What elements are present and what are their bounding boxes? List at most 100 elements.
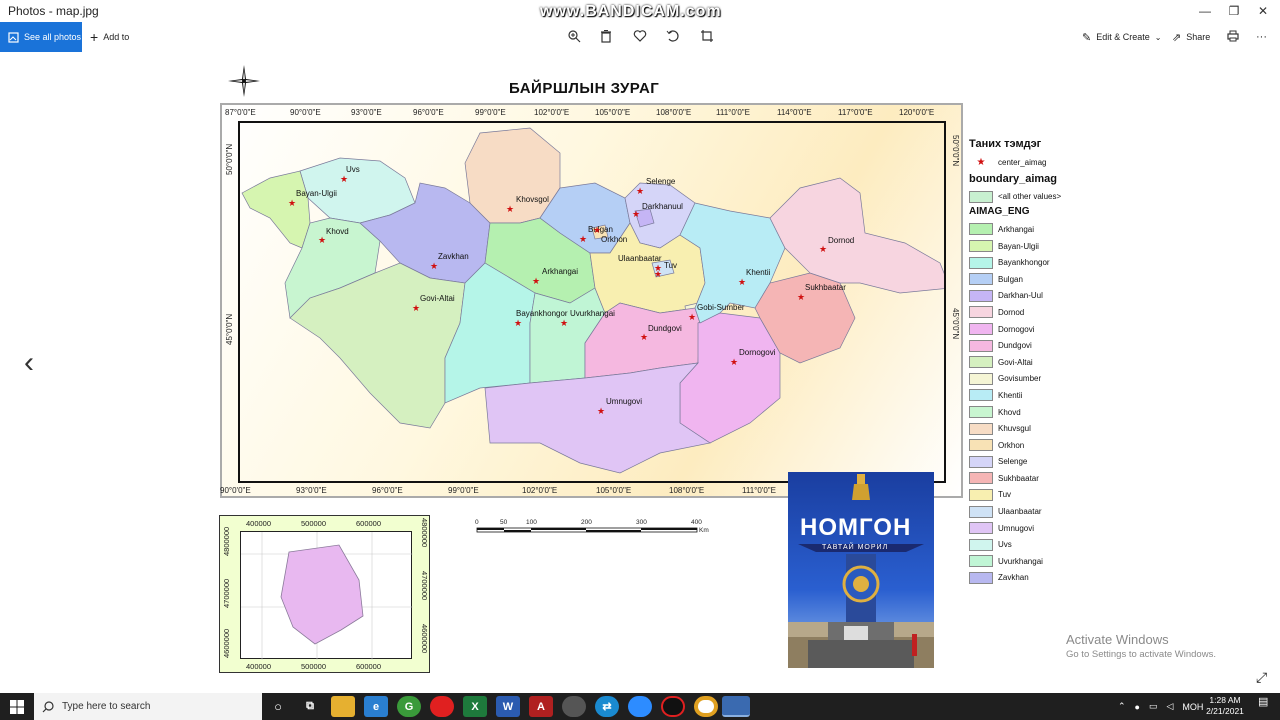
- word-icon[interactable]: W: [496, 696, 520, 717]
- aimag-center-star: ★: [738, 277, 747, 287]
- zoom-app-icon[interactable]: [628, 696, 652, 717]
- start-button[interactable]: [0, 693, 34, 720]
- legend-swatch: [969, 339, 993, 352]
- legend-label: center_aimag: [998, 157, 1047, 167]
- expand-icon[interactable]: ⤢: [1256, 669, 1267, 686]
- star-icon: ★: [976, 156, 986, 168]
- legend-row: ★ center_aimag: [969, 154, 1089, 171]
- title-bar: Photos - map.jpg www.BANDICAM.com — ❐ ✕: [0, 0, 1280, 22]
- chevron-up-icon[interactable]: ⌃: [1118, 701, 1126, 712]
- chrome-icon[interactable]: [694, 696, 718, 717]
- zoom-icon[interactable]: [566, 29, 582, 45]
- legend-row: Ulaanbaatar: [969, 503, 1089, 520]
- inset-tick: 4700000: [420, 571, 429, 601]
- aimag-label: Dornogovi: [739, 348, 776, 357]
- legend-row: Orkhon: [969, 437, 1089, 454]
- network-icon[interactable]: ▭: [1149, 701, 1158, 712]
- aimag-label: Arkhangai: [542, 267, 579, 276]
- legend-row: Khovd: [969, 404, 1089, 421]
- legend-label: Govisumber: [998, 374, 1042, 384]
- legend-swatch: [969, 439, 993, 452]
- legend-label: Bayankhongor: [998, 258, 1050, 268]
- lon-label: 105°0'0"E: [595, 108, 631, 117]
- taskbar: Type here to search ○ ⧉ e G X W A ⇄ ⌃ ● …: [0, 693, 1280, 720]
- lat-label: 50°0'0"N: [951, 135, 960, 167]
- add-to-button[interactable]: + Add to: [90, 22, 129, 52]
- print-icon[interactable]: [1225, 29, 1241, 45]
- favorite-icon[interactable]: [632, 29, 648, 45]
- cortana-icon[interactable]: ○: [266, 696, 290, 717]
- legend-swatch: [969, 240, 993, 253]
- plus-icon: +: [90, 29, 99, 45]
- lon-label: 108°0'0"E: [656, 108, 692, 117]
- legend-label: Uvurkhangai: [998, 556, 1043, 566]
- crop-icon[interactable]: [699, 29, 715, 45]
- inset-tick: 600000: [356, 519, 382, 528]
- aimag-label: Umnugovi: [606, 397, 643, 406]
- close-button[interactable]: ✕: [1246, 0, 1280, 22]
- lon-label: 102°0'0"E: [522, 486, 558, 495]
- legend-row: Dundgovi: [969, 337, 1089, 354]
- volume-icon[interactable]: ◁: [1167, 701, 1174, 712]
- legend-row: Bayan-Ulgii: [969, 238, 1089, 255]
- aimag-center-star: ★: [797, 292, 806, 302]
- ie-icon[interactable]: e: [364, 696, 388, 717]
- photos-app-icon[interactable]: [722, 696, 750, 717]
- share-button[interactable]: ⇗ Share: [1172, 22, 1210, 52]
- aimag-label: Dundgovi: [648, 324, 682, 333]
- legend-label: Bulgan: [998, 274, 1023, 284]
- legend-swatch: [969, 306, 993, 319]
- recording-watermark: www.BANDICAM.com: [540, 3, 722, 20]
- acrobat-icon[interactable]: A: [529, 696, 553, 717]
- aimag-label: Selenge: [646, 177, 676, 186]
- clock-time: 1:28 AM: [1209, 695, 1241, 705]
- lon-label: 108°0'0"E: [669, 486, 705, 495]
- aimag-label: Tuv: [664, 261, 678, 270]
- legend-label: Umnugovi: [998, 523, 1035, 533]
- more-button[interactable]: ···: [1256, 22, 1267, 52]
- rotate-icon[interactable]: [665, 29, 681, 45]
- legend-swatch: [969, 190, 993, 203]
- app-icon[interactable]: [562, 696, 586, 717]
- lon-label: 120°0'0"E: [899, 108, 935, 117]
- task-view-icon[interactable]: ⧉: [298, 696, 322, 717]
- share-icon: ⇗: [1172, 31, 1182, 44]
- inset-map: 400000 500000 600000 400000 500000 60000…: [219, 515, 430, 673]
- file-explorer-icon[interactable]: [331, 696, 355, 717]
- legend-swatch: [969, 372, 993, 385]
- delete-icon[interactable]: [598, 29, 614, 45]
- aimag-center-star: ★: [819, 244, 828, 254]
- inset-tick: 4700000: [222, 578, 231, 608]
- app-icon[interactable]: G: [397, 696, 421, 717]
- aimag-center-star: ★: [730, 357, 739, 367]
- notifications-icon[interactable]: ▤: [1258, 695, 1272, 717]
- scale-unit: Km: [699, 527, 709, 534]
- app-icon[interactable]: [430, 696, 454, 717]
- excel-icon[interactable]: X: [463, 696, 487, 717]
- aimag-center-star: ★: [632, 209, 641, 219]
- edit-create-button[interactable]: ✎ Edit & Create ⌄: [1082, 22, 1161, 52]
- legend-label: Uvs: [998, 540, 1012, 550]
- lon-label: 90°0'0"E: [220, 486, 251, 495]
- bandicam-icon[interactable]: [661, 696, 685, 717]
- teamviewer-icon[interactable]: ⇄: [595, 696, 619, 717]
- previous-photo-icon[interactable]: ‹: [24, 348, 34, 378]
- map-title: БАЙРШЛЫН ЗУРАГ: [509, 80, 660, 97]
- microphone-icon[interactable]: ●: [1135, 702, 1140, 712]
- taskbar-search[interactable]: Type here to search: [34, 693, 262, 720]
- lon-label: 105°0'0"E: [596, 486, 632, 495]
- scale-tick: 100: [526, 519, 537, 526]
- see-all-photos-button[interactable]: See all photos: [0, 22, 82, 52]
- legend-row: Umnugovi: [969, 520, 1089, 537]
- legend-row: Uvs: [969, 536, 1089, 553]
- lon-label: 96°0'0"E: [413, 108, 444, 117]
- lon-label: 87°0'0"E: [225, 108, 256, 117]
- legend-row: Uvurkhangai: [969, 553, 1089, 570]
- aimag-center-star: ★: [412, 303, 421, 313]
- lon-label: 111°0'0"E: [742, 486, 776, 495]
- legend-row: Selenge: [969, 454, 1089, 471]
- scale-tick: 50: [500, 519, 508, 526]
- clock[interactable]: 1:28 AM 2/21/2021: [1200, 695, 1250, 717]
- map-legend: Таних тэмдэг ★ center_aimag boundary_aim…: [969, 138, 1089, 586]
- lon-label: 93°0'0"E: [296, 486, 327, 495]
